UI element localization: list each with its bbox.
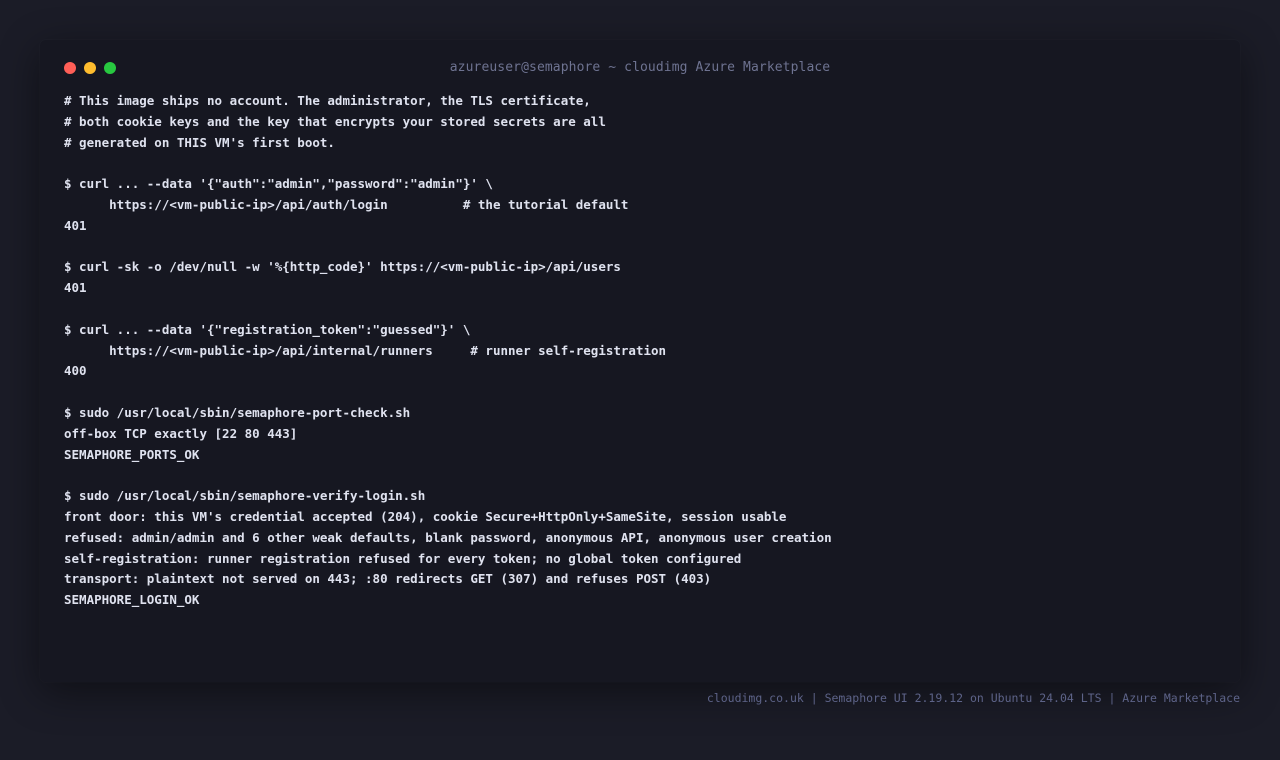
terminal-line: # generated on THIS VM's first boot. (64, 134, 335, 150)
terminal-line: $ curl -sk -o /dev/null -w '%{http_code}… (64, 259, 621, 275)
terminal-line: SEMAPHORE_LOGIN_OK (64, 592, 200, 608)
terminal-output[interactable]: # This image ships no account. The admin… (64, 91, 1216, 611)
terminal-line: $ sudo /usr/local/sbin/semaphore-verify-… (64, 488, 426, 504)
terminal-line: $ curl ... --data '{"registration_token"… (64, 321, 471, 337)
terminal-line: transport: plaintext not served on 443; … (64, 571, 712, 587)
terminal-line: $ sudo /usr/local/sbin/semaphore-port-ch… (64, 404, 411, 420)
terminal-line: 400 (64, 363, 87, 379)
terminal-line: 401 (64, 280, 87, 296)
terminal-line: front door: this VM's credential accepte… (64, 508, 787, 524)
terminal-line: SEMAPHORE_PORTS_OK (64, 446, 200, 462)
terminal-line: self-registration: runner registration r… (64, 550, 742, 566)
footer-caption: cloudimg.co.uk | Semaphore UI 2.19.12 on… (706, 691, 1240, 705)
terminal-line: off-box TCP exactly [22 80 443] (64, 425, 298, 441)
terminal-line: https://<vm-public-ip>/api/internal/runn… (64, 342, 667, 358)
terminal-line: 401 (64, 217, 87, 233)
terminal-line: # This image ships no account. The admin… (64, 93, 591, 108)
terminal-line: refused: admin/admin and 6 other weak de… (64, 529, 832, 545)
terminal-window: azureuser@semaphore ~ cloudimg Azure Mar… (40, 40, 1240, 682)
terminal-line: https://<vm-public-ip>/api/auth/login # … (64, 196, 629, 212)
terminal-line: # both cookie keys and the key that encr… (64, 113, 606, 129)
window-title: azureuser@semaphore ~ cloudimg Azure Mar… (449, 60, 831, 75)
terminal-line: $ curl ... --data '{"auth":"admin","pass… (64, 176, 493, 192)
title-bar: azureuser@semaphore ~ cloudimg Azure Mar… (40, 40, 1240, 96)
